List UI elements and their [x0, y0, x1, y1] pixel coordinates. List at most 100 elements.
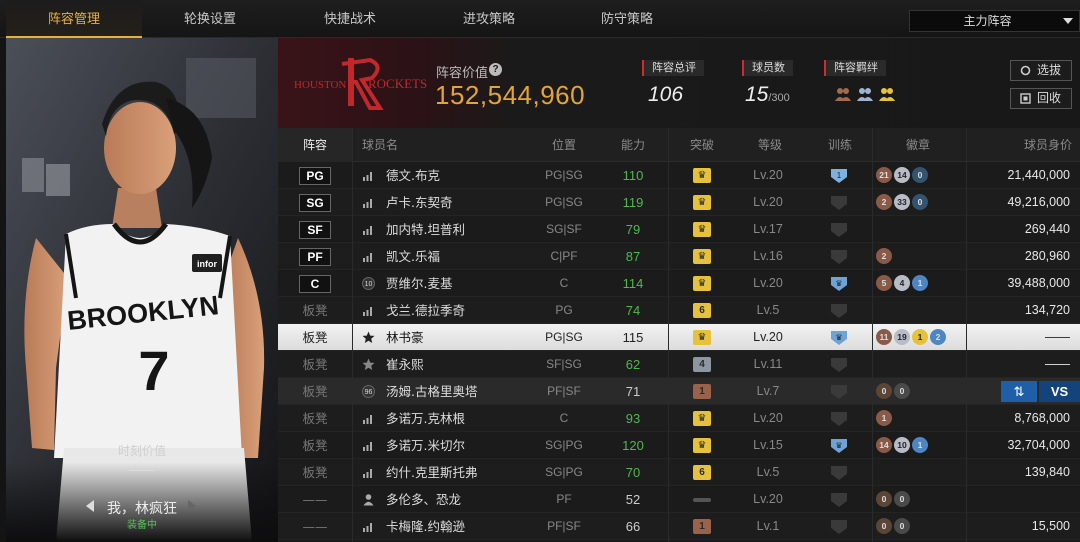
tab-lineup[interactable]: 阵容管理: [6, 0, 142, 38]
table-row[interactable]: 板凳 约什.克里斯托弗 SG|PG 70 6 Lv.5 139,840: [278, 459, 1080, 486]
training-shield-icon[interactable]: 1: [829, 168, 849, 184]
lineup-slot-bench[interactable]: 板凳: [292, 351, 338, 378]
lineup-slot-bench[interactable]: 板凳: [292, 297, 338, 324]
col-position[interactable]: 位置: [536, 128, 592, 162]
table-row[interactable]: 板凳 戈兰.德拉季奇 PG 74 6 Lv.5 134,720: [278, 297, 1080, 324]
tab-rotation[interactable]: 轮换设置: [142, 0, 278, 38]
player-level: Lv.17: [753, 222, 783, 236]
player-name[interactable]: 加内特.坦普利: [386, 216, 465, 243]
table-row[interactable]: SF 加内特.坦普利 SG|SF 79 ♛ Lv.17 269,440: [278, 216, 1080, 243]
lineup-slot-badge[interactable]: C: [299, 275, 331, 293]
col-value[interactable]: 球员身价: [978, 128, 1072, 162]
player-name[interactable]: 多诺万.克林根: [386, 405, 465, 432]
player-name[interactable]: 戈兰.德拉季奇: [386, 297, 465, 324]
col-rating[interactable]: 能力: [602, 128, 664, 162]
player-name[interactable]: 崔永熙: [386, 351, 424, 378]
stats-icon: [363, 415, 372, 424]
player-name[interactable]: 贾维尔.麦基: [386, 270, 452, 297]
player-rating: 115: [622, 330, 644, 345]
player-name[interactable]: 汤姆.古格里奥塔: [386, 378, 477, 405]
lineup-slot-bench[interactable]: 板凳: [292, 459, 338, 486]
refresh-icon: [1020, 65, 1031, 76]
lineup-slot-badge[interactable]: SF: [299, 221, 331, 239]
table-row[interactable]: PF 凯文.乐福 C|PF 87 ♛ Lv.16 2 280,960: [278, 243, 1080, 270]
col-training[interactable]: 训练: [810, 128, 870, 162]
tab-quick-tactics[interactable]: 快捷战术: [282, 0, 418, 38]
col-badges[interactable]: 徽章: [878, 128, 958, 162]
col-level[interactable]: 等级: [740, 128, 800, 162]
lineup-slot-bench[interactable]: ——: [292, 486, 338, 513]
training-shield-icon[interactable]: ♛: [829, 438, 849, 454]
next-arrow-icon[interactable]: [188, 500, 196, 512]
tab-defense[interactable]: 防守策略: [559, 0, 695, 38]
badge-count: 0: [894, 518, 910, 534]
badge-count: 14: [876, 437, 892, 453]
player-name[interactable]: 卢卡.东契奇: [386, 189, 452, 216]
bond-gold-icon[interactable]: [878, 86, 896, 102]
lineup-slot-bench[interactable]: ——: [292, 513, 338, 540]
col-name[interactable]: 球员名: [352, 128, 408, 162]
scout-button[interactable]: 选拔: [1010, 60, 1072, 81]
swap-icon[interactable]: ⇅: [1001, 381, 1037, 402]
training-shield-icon[interactable]: ♛: [829, 330, 849, 346]
table-row[interactable]: 板凳 多诺万.米切尔 SG|PG 120 ♛ Lv.15 ♛ 14 10 1 32,704,000: [278, 432, 1080, 459]
training-shield-icon[interactable]: [829, 465, 849, 481]
lineup-slot-bench[interactable]: 板凳: [292, 378, 338, 405]
lineup-slot-bench[interactable]: 板凳: [292, 405, 338, 432]
player-name[interactable]: 林书豪: [386, 324, 424, 351]
lineup-slot-bench[interactable]: 板凳: [292, 432, 338, 459]
svg-text:♛: ♛: [835, 279, 842, 288]
tab-offense[interactable]: 进攻策略: [421, 0, 557, 38]
scout-button-label: 选拔: [1037, 63, 1062, 77]
help-icon[interactable]: ?: [489, 63, 502, 76]
table-row[interactable]: 板凳 多诺万.克林根 C 93 ♛ Lv.20 1 8,768,000: [278, 405, 1080, 432]
player-position: PF|SF: [547, 519, 581, 533]
svg-text:♛: ♛: [835, 333, 842, 342]
training-shield-icon[interactable]: [829, 195, 849, 211]
table-row[interactable]: 板凳 崔永熙 SF|SG 62 4 Lv.11 ——: [278, 351, 1080, 378]
divider: [872, 128, 873, 542]
training-shield-icon[interactable]: [829, 492, 849, 508]
player-name[interactable]: 约什.克里斯托弗: [386, 459, 477, 486]
training-shield-icon[interactable]: [829, 384, 849, 400]
player-value: 15,500: [1031, 519, 1070, 533]
vs-button[interactable]: VS: [1039, 381, 1080, 402]
training-shield-icon[interactable]: [829, 411, 849, 427]
card-name: 我，林疯狂: [107, 501, 177, 517]
recycle-button[interactable]: 回收: [1010, 88, 1072, 109]
lineup-slot-bench[interactable]: 板凳: [292, 324, 338, 351]
badge-count: 0: [876, 518, 892, 534]
player-name[interactable]: 卡梅隆.约翰逊: [386, 513, 465, 540]
table-row[interactable]: —— 卡梅隆.约翰逊 PF|SF 66 1 Lv.1 0 0 15,500: [278, 513, 1080, 540]
bond-silver-icon[interactable]: [856, 86, 874, 102]
col-breakthrough[interactable]: 突破: [672, 128, 732, 162]
table-row[interactable]: PG 德文.布克 PG|SG 110 ♛ Lv.20 1 21 14 0 21,440,000: [278, 162, 1080, 189]
lineup-select[interactable]: 主力阵容: [909, 10, 1080, 32]
training-shield-icon[interactable]: [829, 303, 849, 319]
table-row[interactable]: 板凳 林书豪 PG|SG 115 ♛ Lv.20 ♛ 11 19 1 2 ——: [278, 324, 1080, 351]
lineup-slot-badge[interactable]: PF: [299, 248, 331, 266]
bond-bronze-icon[interactable]: [834, 86, 852, 102]
player-level: Lv.5: [756, 465, 780, 479]
player-rating: 119: [622, 195, 644, 210]
training-shield-icon[interactable]: [829, 519, 849, 535]
table-row[interactable]: —— 多伦多、恐龙 PF 52 Lv.20 0 0: [278, 486, 1080, 513]
lineup-slot-badge[interactable]: PG: [299, 167, 331, 185]
col-lineup[interactable]: 阵容: [278, 128, 352, 162]
table-row[interactable]: SG 卢卡.东契奇 PG|SG 119 ♛ Lv.20 2 33 0 49,216,000: [278, 189, 1080, 216]
training-shield-icon[interactable]: ♛: [829, 276, 849, 292]
table-row[interactable]: C 10 贾维尔.麦基 C 114 ♛ Lv.20 ♛ 5 4 1 39,488,000: [278, 270, 1080, 297]
player-name[interactable]: 多伦多、恐龙: [386, 486, 461, 513]
lineup-slot-badge[interactable]: SG: [299, 194, 331, 212]
player-name[interactable]: 凯文.乐福: [386, 243, 440, 270]
training-shield-icon[interactable]: [829, 249, 849, 265]
player-position: PG: [555, 303, 573, 317]
table-row[interactable]: 板凳 96 汤姆.古格里奥塔 PF|SF 71 1 Lv.7 0 0 ⇅ VS: [278, 378, 1080, 405]
training-shield-icon[interactable]: [829, 357, 849, 373]
training-shield-icon[interactable]: [829, 222, 849, 238]
badge-count: 5: [876, 275, 892, 291]
player-name[interactable]: 德文.布克: [386, 162, 440, 189]
player-name[interactable]: 多诺万.米切尔: [386, 432, 465, 459]
player-value: 269,440: [1024, 222, 1070, 236]
divider: [352, 128, 353, 542]
